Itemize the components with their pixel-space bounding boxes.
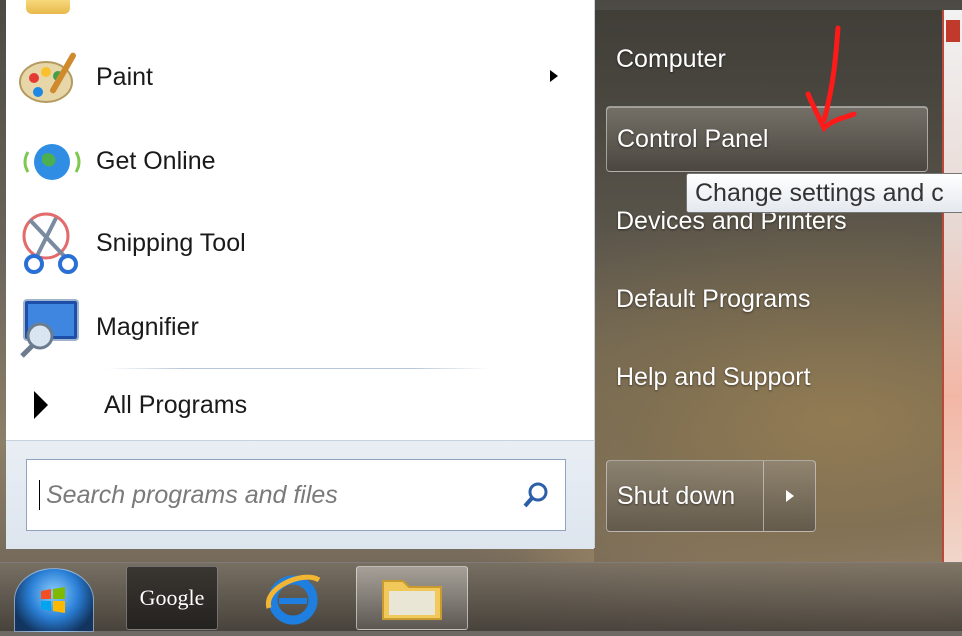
program-item-paint[interactable]: Paint xyxy=(16,42,576,112)
program-item-magnifier[interactable]: Magnifier xyxy=(16,292,576,362)
google-taskbar-button[interactable]: Google xyxy=(126,566,218,630)
paint-icon xyxy=(16,42,86,112)
all-programs-label: All Programs xyxy=(104,390,248,419)
right-item-label: Computer xyxy=(616,44,726,73)
control-panel-tooltip: Change settings and c xyxy=(686,173,962,213)
chevron-right-icon xyxy=(785,490,794,502)
program-item-snipping-tool[interactable]: Snipping Tool xyxy=(16,208,576,278)
shutdown-group: Shut down xyxy=(606,460,816,532)
program-item-get-online[interactable]: Get Online xyxy=(16,126,576,196)
right-item-label: Help and Support xyxy=(616,362,811,391)
google-label: Google xyxy=(139,585,205,610)
right-item-help-and-support[interactable]: Help and Support xyxy=(606,344,928,410)
menu-separator xyxy=(106,368,490,369)
search-input[interactable] xyxy=(44,479,518,511)
right-item-label: Default Programs xyxy=(616,284,811,313)
folder-icon-partial xyxy=(26,0,70,14)
folder-icon xyxy=(382,580,442,620)
submenu-arrow-icon[interactable] xyxy=(550,70,558,82)
red-arrow-annotation xyxy=(805,25,857,133)
shutdown-label: Shut down xyxy=(617,481,736,510)
scissors-icon xyxy=(16,208,86,278)
search-icon[interactable] xyxy=(521,480,551,510)
shutdown-options-button[interactable] xyxy=(764,460,816,532)
program-label: Snipping Tool xyxy=(96,228,246,257)
magnifier-icon xyxy=(16,292,86,362)
search-box[interactable] xyxy=(26,459,566,531)
program-label: Get Online xyxy=(96,146,216,175)
internet-explorer-taskbar-button[interactable] xyxy=(248,566,338,630)
background-window-edge xyxy=(942,10,962,562)
start-orb[interactable] xyxy=(14,568,94,632)
program-label: Paint xyxy=(96,62,153,91)
right-item-control-panel[interactable]: Control Panel xyxy=(606,106,928,172)
all-programs-button[interactable]: All Programs xyxy=(20,380,580,430)
internet-explorer-icon xyxy=(266,574,321,625)
windows-logo-icon xyxy=(41,587,65,613)
search-area xyxy=(6,440,594,549)
windows-explorer-taskbar-button[interactable] xyxy=(356,566,468,630)
globe-icon xyxy=(16,126,86,196)
right-item-computer[interactable]: Computer xyxy=(606,26,928,92)
right-item-default-programs[interactable]: Default Programs xyxy=(606,266,928,332)
arrow-right-icon xyxy=(34,391,48,419)
right-item-label: Control Panel xyxy=(617,124,769,153)
text-caret xyxy=(39,480,40,510)
shutdown-button[interactable]: Shut down xyxy=(606,460,764,532)
program-label: Magnifier xyxy=(96,312,199,341)
